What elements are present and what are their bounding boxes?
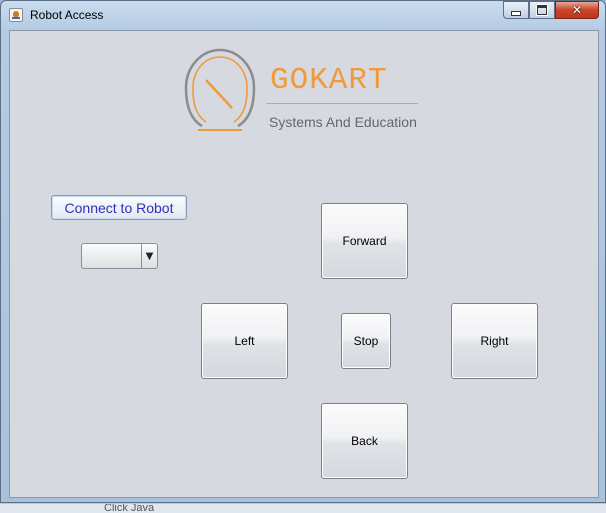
window-controls: ✕: [503, 1, 599, 20]
minimize-icon: [511, 10, 521, 16]
port-select[interactable]: ▼: [81, 243, 158, 269]
java-app-icon[interactable]: [9, 8, 23, 22]
minimize-button[interactable]: [503, 1, 529, 19]
close-icon: ✕: [571, 3, 583, 17]
stop-button[interactable]: Stop: [341, 313, 391, 369]
maximize-button[interactable]: [529, 1, 555, 19]
connect-to-robot-button[interactable]: Connect to Robot: [51, 195, 187, 220]
left-button[interactable]: Left: [201, 303, 288, 379]
right-button[interactable]: Right: [451, 303, 538, 379]
back-button[interactable]: Back: [321, 403, 408, 479]
main-panel: GOKART Systems And Education Connect to …: [9, 30, 599, 498]
logo-divider: [266, 103, 418, 104]
close-button[interactable]: ✕: [555, 1, 599, 19]
maximize-icon: [537, 5, 547, 15]
logo-brand-name: GOKART: [270, 63, 388, 98]
logo-subtitle: Systems And Education: [269, 114, 417, 130]
dropdown-arrow-icon[interactable]: ▼: [141, 244, 157, 268]
gokart-logo-icon: [184, 48, 256, 131]
forward-button[interactable]: Forward: [321, 203, 408, 279]
window-title: Robot Access: [30, 8, 104, 22]
app-window: Robot Access ✕ GOKART Systems And Educat…: [0, 0, 606, 503]
title-bar[interactable]: Robot Access ✕: [1, 1, 605, 29]
